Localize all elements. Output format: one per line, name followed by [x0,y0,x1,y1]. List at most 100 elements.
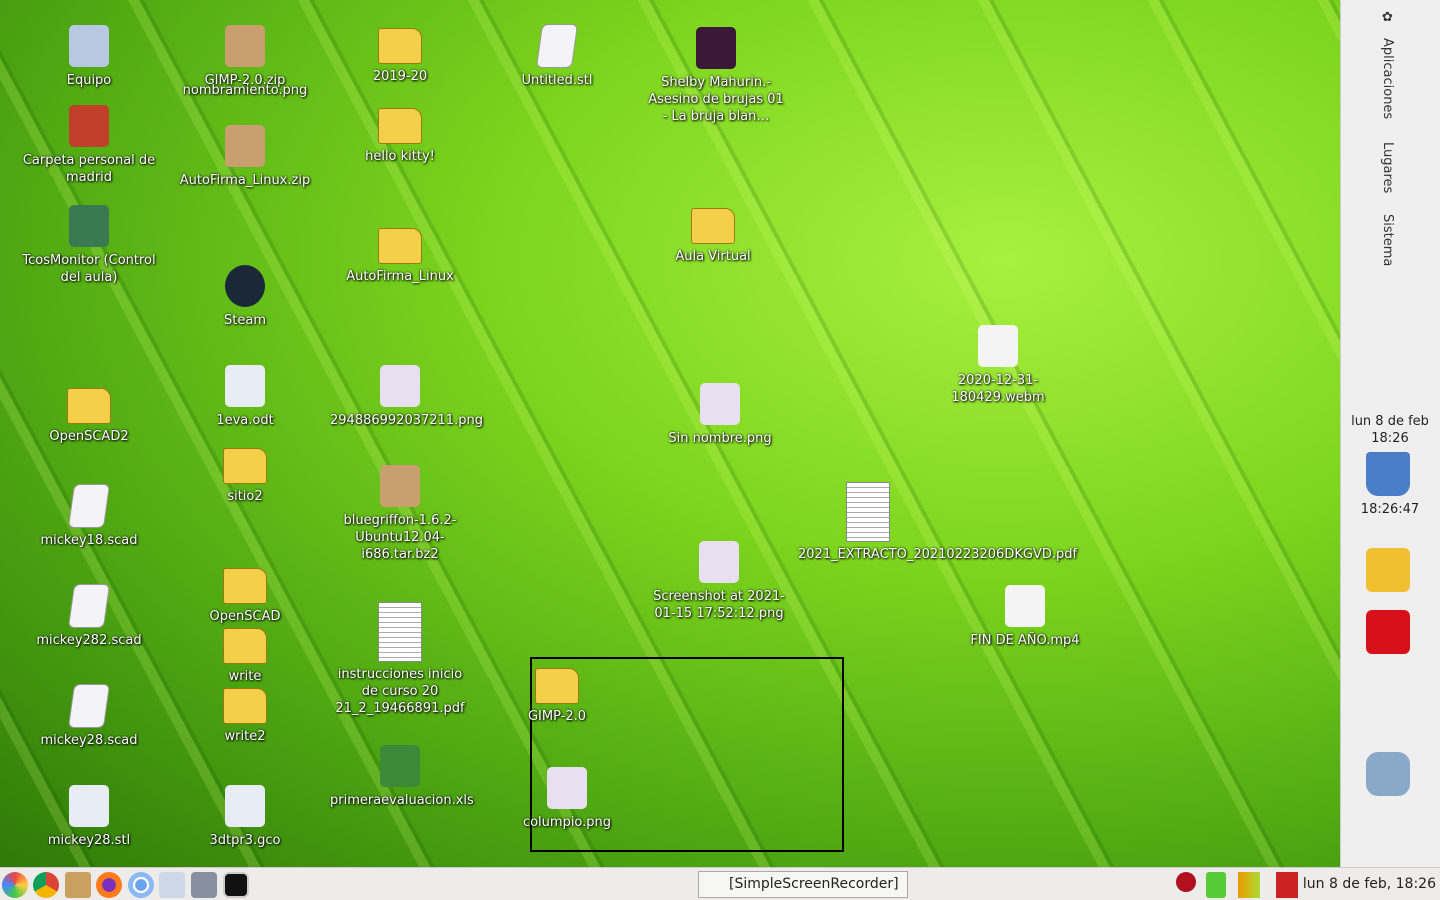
desktop-icon[interactable]: write [175,622,315,685]
terminal-icon[interactable] [223,872,249,898]
text-icon [221,362,269,410]
archive-icon [221,22,269,70]
text-icon [221,782,269,830]
lock-screen-icon[interactable] [1366,752,1410,796]
image-icon [376,362,424,410]
desktop-icon[interactable]: Steam [175,262,315,329]
desktop-icon[interactable]: mickey18.scad [19,482,159,549]
file-icon [67,584,111,628]
desktop-icon[interactable]: AutoFirma_Linux.zip [175,122,315,189]
image-icon [696,380,744,428]
desktop-icon[interactable]: Untitled.stl [487,22,627,89]
firefox-icon[interactable] [96,872,122,898]
desktop-icon-label: Shelby Mahurin.- Asesino de brujas 01 - … [648,75,784,124]
network-icon[interactable] [1238,872,1260,898]
desktop-icon[interactable]: TcosMonitor (Control del aula) [19,202,159,286]
desktop-icon[interactable]: instrucciones inicio de curso 20 21_2_19… [330,602,470,717]
desktop-icon[interactable]: Aula Virtual [643,202,783,265]
desktop-icon[interactable]: 1eva.odt [175,362,315,429]
desktop-icon-label: OpenSCAD2 [49,429,129,444]
desktop-icon[interactable]: 2019-20 [330,22,470,85]
pdf-icon [846,482,890,542]
record-icon[interactable] [1176,872,1196,892]
desktop-icon[interactable]: Sin nombre.png [650,380,790,447]
folder-icon [378,108,422,144]
desktop-icon[interactable]: primeraevaluacion.xls [330,742,474,809]
taskbar-clock[interactable]: lun 8 de feb, 18:26 [1303,876,1436,892]
desktop-icon-label: Carpeta personal de madrid [22,153,156,185]
panel-time[interactable]: 18:26 [1342,430,1438,447]
trash-icon[interactable] [1366,452,1410,496]
panel-date[interactable]: lun 8 de feb [1342,413,1438,430]
menu-sistema[interactable]: Sistema [1380,214,1395,266]
desktop-icon-label: GIMP-2.0 [527,709,587,724]
video-icon [1001,582,1049,630]
desktop-icon[interactable]: mickey28.stl [19,782,159,849]
desktop-icon-label: Screenshot at 2021-01-15 17:52:12.png [653,589,785,621]
desktop-icon[interactable]: FIN DE AÑO.mp4 [955,582,1095,649]
desktop-icon[interactable]: bluegriffon-1.6.2-Ubuntu12.04-i686.tar.b… [330,462,470,563]
desktop-icon[interactable]: Screenshot at 2021-01-15 17:52:12.png [649,538,789,622]
desktop-icon-label: Sin nombre.png [668,431,772,446]
desktop-icon-label: mickey282.scad [36,633,142,648]
desktop-icon-label: columpio.png [522,815,612,830]
desktop-icon[interactable]: write2 [175,682,315,745]
folder-icon [691,208,735,244]
task-simplescreenrecorder[interactable]: [SimpleScreenRecorder] [698,871,908,898]
folder-icon [67,388,111,424]
desktop-icon[interactable]: 294886992037211.png [330,362,483,429]
desktop-icon-label: 2020-12-31-180429.webm [951,373,1045,405]
home-icon [65,102,113,150]
folder-icon [223,688,267,724]
desktop-icon-label: 2019-20 [372,69,428,84]
folder-icon [223,628,267,664]
desktop-icon-label: mickey28.scad [40,733,138,748]
desktop-icon[interactable]: GIMP-2.0.zip [175,22,315,89]
desktop-icon-label: 3dtpr3.gco [209,833,281,848]
power-icon[interactable] [1366,610,1410,654]
menu-icon[interactable] [2,872,28,898]
steam-icon [221,262,269,310]
desktop-icon[interactable]: Equipo [19,22,159,89]
desktop-icon[interactable]: hello kitty! [330,102,470,165]
desktop-icon[interactable]: Carpeta personal de madrid [19,102,159,186]
chrome-icon[interactable] [33,872,59,898]
desktop-icon[interactable]: 2020-12-31-180429.webm [928,322,1068,406]
screenshot-icon[interactable] [191,872,217,898]
logout-icon[interactable] [1366,548,1410,592]
desktop-icon-label: Steam [224,313,266,328]
notes-icon[interactable] [159,872,185,898]
archive-icon [376,462,424,510]
desktop-icon[interactable]: nombramiento.png [175,82,315,99]
desktop-icon[interactable]: 3dtpr3.gco [175,782,315,849]
desktop-icon[interactable]: columpio.png [497,764,637,831]
desktop-icon-label: Aula Virtual [675,249,751,264]
desktop-icon-label: 2021_EXTRACTO_20210223206DKGVD.pdf [798,547,1078,562]
menu-aplicaciones[interactable]: Aplicaciones [1380,38,1395,119]
desktop-icon[interactable]: Shelby Mahurin.- Asesino de brujas 01 - … [646,24,786,125]
folder-icon [378,28,422,64]
video-icon [974,322,1022,370]
desktop-icon[interactable]: 2021_EXTRACTO_20210223206DKGVD.pdf [798,482,1078,563]
menu-lugares[interactable]: Lugares [1380,142,1395,193]
desktop-icon-label: nombramiento.png [182,83,308,98]
chromium-icon[interactable] [128,872,154,898]
desktop-icon[interactable]: OpenSCAD2 [19,382,159,445]
volume-icon[interactable] [1276,872,1298,898]
desktop-icon-label: AutoFirma_Linux [346,269,454,284]
desktop-icon[interactable]: sitio2 [175,442,315,505]
desktop-icon[interactable]: mickey28.scad [19,682,159,749]
app-icon [65,202,113,250]
desktop-icon-label: primeraevaluacion.xls [330,793,474,808]
battery-icon[interactable] [1206,872,1226,898]
desktop-icon[interactable]: OpenSCAD [175,562,315,625]
desktop-icon-label: bluegriffon-1.6.2-Ubuntu12.04-i686.tar.b… [343,513,457,562]
sheet-icon [376,742,424,790]
book-icon [692,24,740,72]
folder-icon [223,448,267,484]
gnome-logo-icon: ✿ [1380,10,1395,25]
editor-icon[interactable] [65,872,91,898]
desktop-icon[interactable]: GIMP-2.0 [487,662,627,725]
desktop-icon[interactable]: AutoFirma_Linux [330,222,470,285]
desktop-icon[interactable]: mickey282.scad [19,582,159,649]
